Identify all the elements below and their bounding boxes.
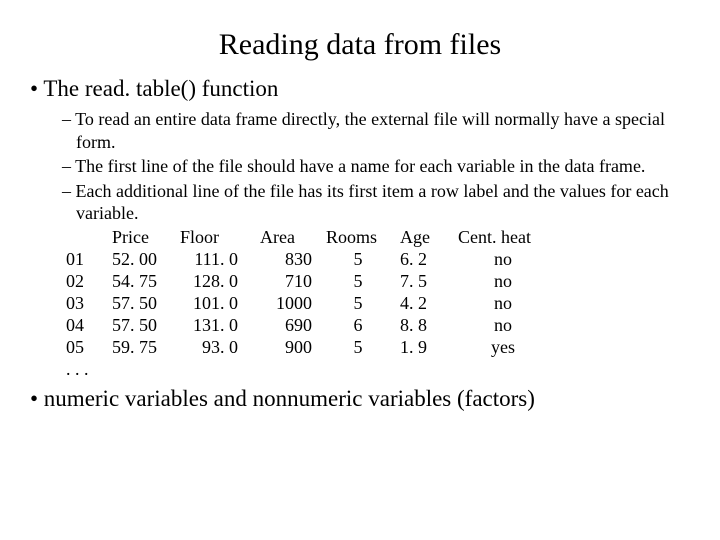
- sub-2: – The first line of the file should have…: [62, 155, 692, 178]
- cell-cent: no: [458, 249, 558, 271]
- sub-bullets: – To read an entire data frame directly,…: [62, 108, 692, 225]
- cell-floor: 131. 0: [180, 315, 260, 337]
- table-row: 02 54. 75 128. 0 710 5 7. 5 no: [66, 271, 558, 293]
- cell-price: 59. 75: [112, 337, 180, 359]
- cell-lab: 01: [66, 249, 112, 271]
- slide-title: Reading data from files: [28, 28, 692, 62]
- table-header-row: Price Floor Area Rooms Age Cent. heat: [66, 227, 558, 249]
- bullet-numeric-vars: • numeric variables and nonnumeric varia…: [30, 386, 692, 412]
- cell-age: 6. 2: [400, 249, 458, 271]
- bullet-read-table: • The read. table() function: [30, 76, 692, 102]
- hdr-rooms: Rooms: [326, 227, 400, 249]
- cell-cent: yes: [458, 337, 558, 359]
- cell-lab: 05: [66, 337, 112, 359]
- ellipsis: . . .: [66, 359, 692, 380]
- cell-cent: no: [458, 293, 558, 315]
- data-table: Price Floor Area Rooms Age Cent. heat 01…: [66, 227, 692, 359]
- hdr-blank: [66, 227, 112, 249]
- cell-rooms: 5: [326, 249, 400, 271]
- cell-cent: no: [458, 271, 558, 293]
- cell-floor: 93. 0: [180, 337, 260, 359]
- table-row: 03 57. 50 101. 0 1000 5 4. 2 no: [66, 293, 558, 315]
- cell-age: 1. 9: [400, 337, 458, 359]
- sub-1: – To read an entire data frame directly,…: [62, 108, 692, 153]
- cell-age: 4. 2: [400, 293, 458, 315]
- hdr-cent: Cent. heat: [458, 227, 558, 249]
- hdr-area: Area: [260, 227, 326, 249]
- cell-rooms: 5: [326, 293, 400, 315]
- cell-lab: 04: [66, 315, 112, 337]
- cell-floor: 101. 0: [180, 293, 260, 315]
- cell-lab: 02: [66, 271, 112, 293]
- cell-price: 57. 50: [112, 315, 180, 337]
- cell-price: 52. 00: [112, 249, 180, 271]
- cell-area: 900: [260, 337, 326, 359]
- cell-rooms: 5: [326, 337, 400, 359]
- sub-3: – Each additional line of the file has i…: [62, 180, 692, 225]
- hdr-floor: Floor: [180, 227, 260, 249]
- cell-area: 1000: [260, 293, 326, 315]
- cell-price: 57. 50: [112, 293, 180, 315]
- cell-area: 830: [260, 249, 326, 271]
- hdr-age: Age: [400, 227, 458, 249]
- table-row: 04 57. 50 131. 0 690 6 8. 8 no: [66, 315, 558, 337]
- cell-price: 54. 75: [112, 271, 180, 293]
- cell-cent: no: [458, 315, 558, 337]
- cell-floor: 128. 0: [180, 271, 260, 293]
- cell-rooms: 5: [326, 271, 400, 293]
- cell-area: 690: [260, 315, 326, 337]
- slide: Reading data from files • The read. tabl…: [0, 0, 720, 540]
- cell-floor: 111. 0: [180, 249, 260, 271]
- cell-area: 710: [260, 271, 326, 293]
- cell-age: 8. 8: [400, 315, 458, 337]
- table-row: 01 52. 00 111. 0 830 5 6. 2 no: [66, 249, 558, 271]
- hdr-price: Price: [112, 227, 180, 249]
- table-row: 05 59. 75 93. 0 900 5 1. 9 yes: [66, 337, 558, 359]
- cell-lab: 03: [66, 293, 112, 315]
- cell-age: 7. 5: [400, 271, 458, 293]
- cell-rooms: 6: [326, 315, 400, 337]
